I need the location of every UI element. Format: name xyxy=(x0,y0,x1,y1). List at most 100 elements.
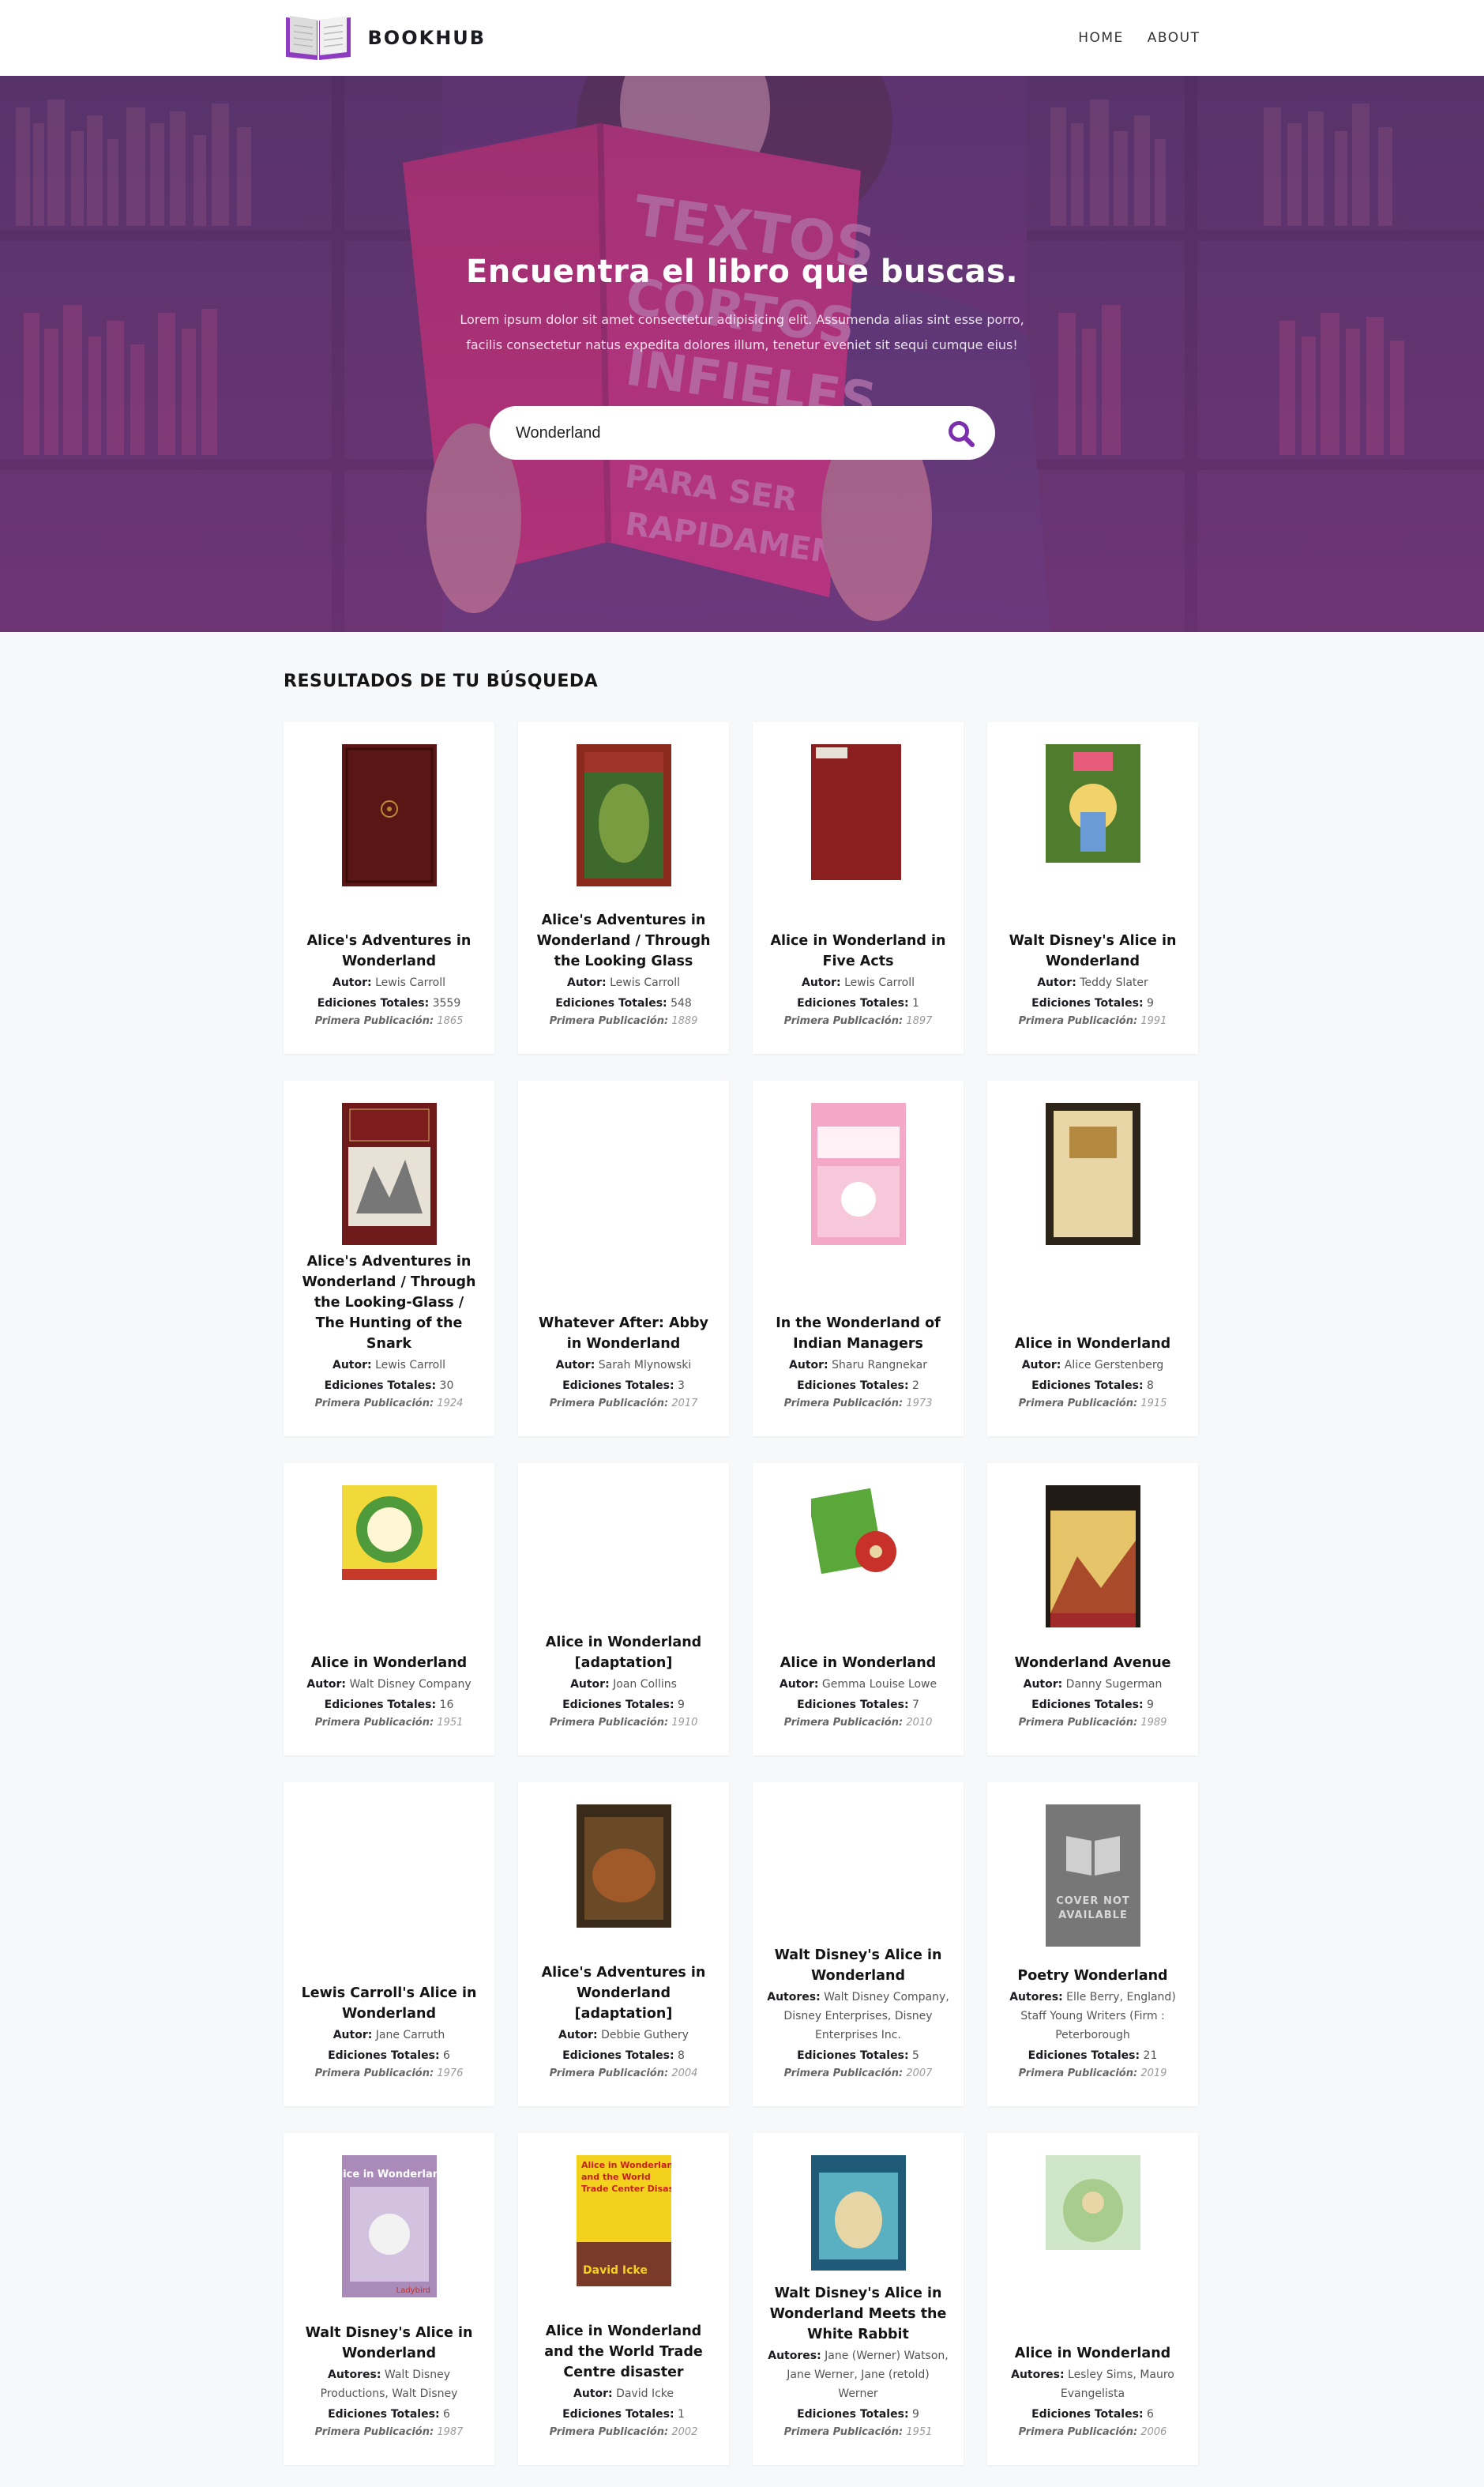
book-cover-image[interactable] xyxy=(1045,744,1140,886)
book-cover-image[interactable] xyxy=(810,2155,906,2297)
nav-link-about[interactable]: ABOUT xyxy=(1148,30,1200,46)
book-author: Autores: Lesley Sims, Mauro Evangelista xyxy=(1001,2365,1184,2403)
book-title[interactable]: Alice's Adventures in Wonderland / Throu… xyxy=(532,910,715,972)
book-editions: Ediciones Totales: 1 xyxy=(532,2405,715,2424)
book-editions-label: Ediciones Totales: xyxy=(317,997,430,1010)
book-info: Lewis Carroll's Alice in Wonderland Autor… xyxy=(298,1983,480,2083)
book-card[interactable]: Alice in Wonderland Autor: Gemma Louise L… xyxy=(753,1463,964,1755)
book-title[interactable]: Alice in Wonderland xyxy=(767,1653,949,1673)
book-cover xyxy=(987,1103,1198,1245)
book-cover xyxy=(753,2155,964,2297)
book-editions-value: 6 xyxy=(439,2408,450,2421)
book-cover-image[interactable] xyxy=(810,1485,906,1627)
book-info: Walt Disney's Alice in Wonderland Autores… xyxy=(767,1945,949,2083)
book-editions-label: Ediciones Totales: xyxy=(797,1699,909,1711)
book-author-label: Autor: xyxy=(555,1359,595,1371)
book-card[interactable]: Alice's Adventures in Wonderland / Throu… xyxy=(284,1081,494,1436)
book-cover-image[interactable] xyxy=(810,744,906,886)
book-cover-image[interactable] xyxy=(576,744,671,886)
book-card[interactable]: Alice in Wonderland in Five Acts Autor: L… xyxy=(753,722,964,1054)
book-card[interactable]: Alice in Wonderland Autores: Lesley Sims,… xyxy=(987,2133,1198,2465)
book-card[interactable]: Walt Disney's Alice in Wonderland Autores… xyxy=(753,1782,964,2106)
book-card[interactable]: Whatever After: Abby in Wonderland Autor:… xyxy=(518,1081,729,1436)
book-editions: Ediciones Totales: 30 xyxy=(298,1376,480,1395)
book-first-publication-label: Primera Publicación: xyxy=(783,1717,904,1729)
book-title[interactable]: Alice's Adventures in Wonderland [adapta… xyxy=(532,1962,715,2024)
book-first-publication: Primera Publicación: 1897 xyxy=(767,1013,949,1030)
book-first-publication: Primera Publicación: 2004 xyxy=(532,2065,715,2083)
book-info: Walt Disney's Alice in Wonderland Meets … xyxy=(767,2283,949,2441)
book-card[interactable]: Alice in Wonderland [adaptation] Autor: J… xyxy=(518,1463,729,1755)
search-icon[interactable] xyxy=(946,419,976,449)
book-first-publication: Primera Publicación: 1987 xyxy=(298,2424,480,2441)
book-card[interactable]: Wonderland Avenue Autor: Danny Sugerman Ed… xyxy=(987,1463,1198,1755)
book-card[interactable]: In the Wonderland of Indian Managers Auto… xyxy=(753,1081,964,1436)
book-title[interactable]: Walt Disney's Alice in Wonderland xyxy=(1001,931,1184,972)
book-title[interactable]: Walt Disney's Alice in Wonderland xyxy=(767,1945,949,1986)
book-cover-image[interactable] xyxy=(1045,1103,1140,1245)
book-card[interactable]: Alice in Wonderland and the World Trade Ce… xyxy=(518,2133,729,2465)
book-cover-image[interactable] xyxy=(576,1804,671,1947)
book-title[interactable]: Alice in Wonderland in Five Acts xyxy=(767,931,949,972)
book-editions-label: Ediciones Totales: xyxy=(562,2408,674,2421)
book-title[interactable]: Whatever After: Abby in Wonderland xyxy=(532,1313,715,1354)
book-first-publication: Primera Publicación: 1951 xyxy=(298,1714,480,1732)
book-title[interactable]: Alice in Wonderland xyxy=(298,1653,480,1673)
book-editions-value: 8 xyxy=(1143,1379,1154,1392)
book-editions-value: 9 xyxy=(674,1699,685,1711)
book-title[interactable]: Lewis Carroll's Alice in Wonderland xyxy=(298,1983,480,2024)
book-card[interactable]: Alice's Adventures in Wonderland Autor: L… xyxy=(284,722,494,1054)
book-card[interactable]: Alice in Wonderland Ladybird Walt Disney's… xyxy=(284,2133,494,2465)
book-author-value: Sarah Mlynowski xyxy=(595,1359,692,1371)
book-cover-image[interactable] xyxy=(341,1103,437,1245)
book-first-publication: Primera Publicación: 1910 xyxy=(532,1714,715,1732)
book-cover-image[interactable]: Alice in Wonderland Ladybird xyxy=(341,2155,437,2297)
book-title[interactable]: Alice in Wonderland [adaptation] xyxy=(532,1632,715,1673)
book-author-value: Teddy Slater xyxy=(1076,976,1148,989)
book-title[interactable]: Alice's Adventures in Wonderland xyxy=(298,931,480,972)
book-card[interactable]: Alice in Wonderland Autor: Alice Gerstenb… xyxy=(987,1081,1198,1436)
book-first-publication-label: Primera Publicación: xyxy=(783,1398,904,1409)
book-title[interactable]: Alice in Wonderland xyxy=(1001,1334,1184,1354)
book-title[interactable]: Wonderland Avenue xyxy=(1001,1653,1184,1673)
book-author-label: Autor: xyxy=(802,976,841,989)
book-author-label: Autor: xyxy=(1021,1359,1061,1371)
book-first-publication-value: 1910 xyxy=(668,1717,698,1729)
book-first-publication-value: 2002 xyxy=(668,2426,698,2438)
book-cover-image[interactable] xyxy=(341,744,437,886)
book-cover xyxy=(518,1804,729,1947)
book-card[interactable]: Alice in Wonderland Autor: Walt Disney Co… xyxy=(284,1463,494,1755)
book-card[interactable]: Walt Disney's Alice in Wonderland Meets … xyxy=(753,2133,964,2465)
book-editions-label: Ediciones Totales: xyxy=(1031,1379,1144,1392)
book-editions-value: 16 xyxy=(436,1699,454,1711)
book-title[interactable]: Walt Disney's Alice in Wonderland Meets … xyxy=(767,2283,949,2345)
book-cover-image[interactable] xyxy=(341,1485,437,1627)
book-first-publication-label: Primera Publicación: xyxy=(314,2426,434,2438)
book-title[interactable]: Poetry Wonderland xyxy=(1001,1966,1184,1986)
book-title[interactable]: In the Wonderland of Indian Managers xyxy=(767,1313,949,1354)
book-cover-image[interactable]: COVER NOT AVAILABLE xyxy=(1045,1804,1140,1947)
book-card[interactable]: Lewis Carroll's Alice in Wonderland Autor… xyxy=(284,1782,494,2106)
book-author-label: Autores: xyxy=(1011,2368,1065,2381)
book-title[interactable]: Alice in Wonderland and the World Trade … xyxy=(532,2321,715,2383)
book-author: Autor: Sarah Mlynowski xyxy=(532,1356,715,1375)
brand-name[interactable]: BOOKHUB xyxy=(368,27,487,49)
search-input[interactable] xyxy=(516,423,926,442)
book-card[interactable]: Alice's Adventures in Wonderland [adapta… xyxy=(518,1782,729,2106)
book-logo-icon[interactable] xyxy=(283,13,354,63)
book-cover-image[interactable] xyxy=(810,1103,906,1245)
book-card[interactable]: COVER NOT AVAILABLE Poetry Wonderland Autor… xyxy=(987,1782,1198,2106)
book-author-label: Autor: xyxy=(567,976,607,989)
book-author: Autor: Walt Disney Company xyxy=(298,1675,480,1694)
book-card[interactable]: Alice's Adventures in Wonderland / Throu… xyxy=(518,722,729,1054)
book-cover-image[interactable]: Alice in Wonderland and the World Trade Ce… xyxy=(576,2155,671,2297)
book-cover-image[interactable] xyxy=(1045,1485,1140,1627)
book-first-publication: Primera Publicación: 1976 xyxy=(298,2065,480,2083)
book-card[interactable]: Walt Disney's Alice in Wonderland Autor: … xyxy=(987,722,1198,1054)
book-cover-image[interactable] xyxy=(1045,2155,1140,2297)
book-title[interactable]: Alice in Wonderland xyxy=(1001,2343,1184,2364)
book-title[interactable]: Alice's Adventures in Wonderland / Throu… xyxy=(298,1251,480,1354)
nav-link-home[interactable]: HOME xyxy=(1078,30,1124,46)
book-title[interactable]: Walt Disney's Alice in Wonderland xyxy=(298,2323,480,2364)
book-first-publication: Primera Publicación: 2010 xyxy=(767,1714,949,1732)
